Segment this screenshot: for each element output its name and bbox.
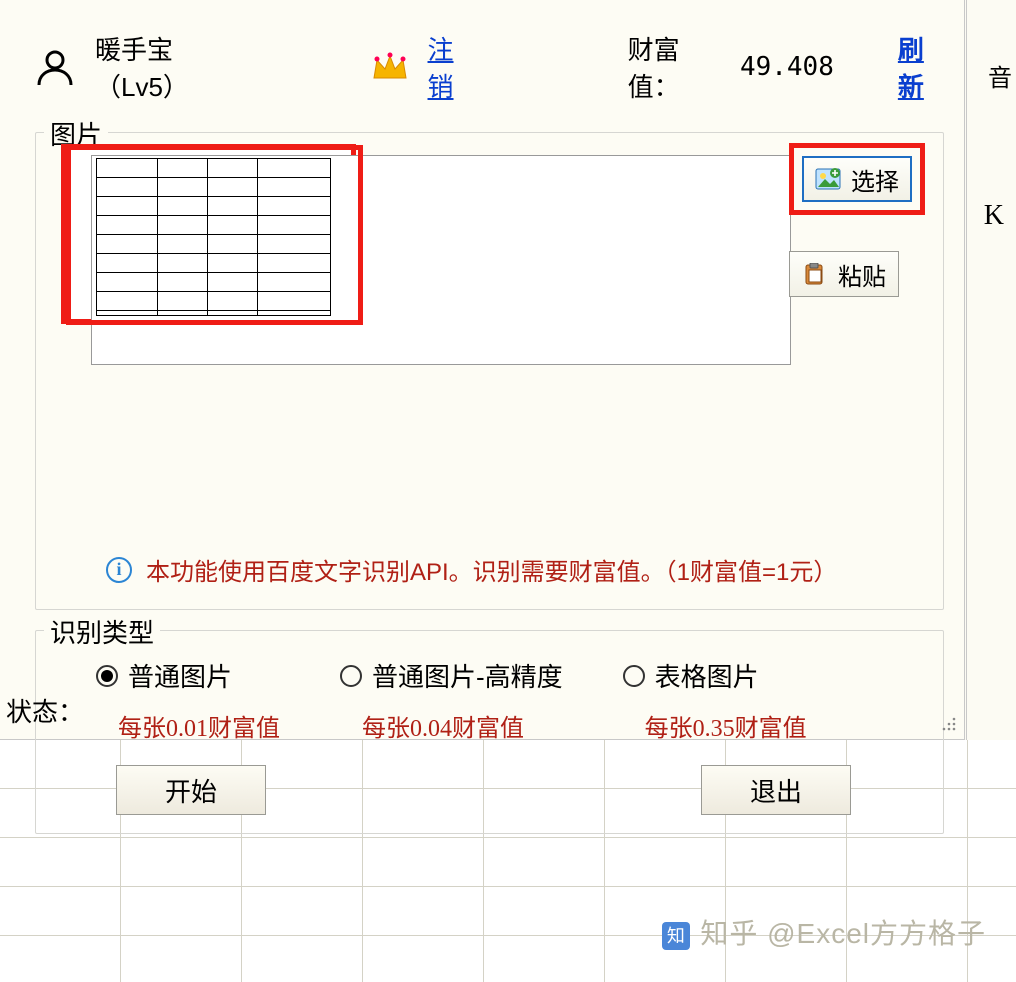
radio-label: 普通图片 (128, 657, 232, 694)
type-fieldset-legend: 识别类型 (44, 613, 160, 650)
info-row: i 本功能使用百度文字识别API。识别需要财富值。（1财富值=1元） (106, 552, 921, 587)
radio-option-table[interactable]: 表格图片 每张0.35财富值 (623, 657, 807, 743)
resize-grip[interactable] (940, 715, 958, 733)
paste-button-wrap: 粘贴 (789, 251, 925, 297)
ocr-dialog: 暖手宝（Lv5） 注销 财富值： 49.408 刷新 图片 (0, 0, 965, 740)
type-fieldset: 识别类型 普通图片 每张0.01财富值 普通图片-高精度 每张0.04财富值 (35, 630, 944, 834)
paste-button-label: 粘贴 (838, 257, 886, 292)
exit-button[interactable]: 退出 (701, 765, 851, 815)
select-button-highlight: 选择 (789, 143, 925, 215)
logout-link[interactable]: 注销 (428, 30, 474, 104)
crown-icon (372, 52, 408, 82)
clipboard-icon (802, 263, 828, 285)
radio-icon (623, 665, 645, 687)
radio-icon (96, 665, 118, 687)
select-button-label: 选择 (851, 162, 899, 197)
radio-sub: 每张0.35财富值 (645, 708, 807, 743)
radio-label: 普通图片-高精度 (372, 657, 563, 694)
paste-button[interactable]: 粘贴 (789, 251, 899, 297)
radio-sub: 每张0.04财富值 (362, 708, 563, 743)
select-image-button[interactable]: 选择 (802, 156, 912, 202)
side-partial-text: 音 (988, 58, 1012, 93)
radio-option-accurate[interactable]: 普通图片-高精度 每张0.04财富值 (340, 657, 563, 743)
refresh-link[interactable]: 刷新 (898, 30, 944, 104)
status-label: 状态： (6, 692, 84, 729)
wealth-value: 49.408 (740, 52, 834, 82)
image-fieldset: 图片 (35, 132, 944, 610)
table-thumbnail (96, 158, 331, 316)
dialog-header: 暖手宝（Lv5） 注销 财富值： 49.408 刷新 (35, 30, 944, 104)
username-label: 暖手宝（Lv5） (95, 30, 248, 104)
radio-option-basic[interactable]: 普通图片 每张0.01财富值 (96, 657, 280, 743)
user-icon (35, 47, 75, 87)
info-icon: i (106, 557, 132, 583)
radio-icon (340, 665, 362, 687)
start-button[interactable]: 开始 (116, 765, 266, 815)
radio-label: 表格图片 (655, 657, 759, 694)
wealth-label: 财富值： (628, 30, 720, 104)
radio-sub: 每张0.01财富值 (118, 708, 280, 743)
column-header-K: K (984, 200, 1004, 232)
picture-add-icon (815, 168, 841, 190)
preview-red-highlight (66, 145, 363, 325)
info-text: 本功能使用百度文字识别API。识别需要财富值。（1财富值=1元） (146, 552, 837, 587)
radio-group: 普通图片 每张0.01财富值 普通图片-高精度 每张0.04财富值 表格图片 每… (66, 647, 921, 743)
